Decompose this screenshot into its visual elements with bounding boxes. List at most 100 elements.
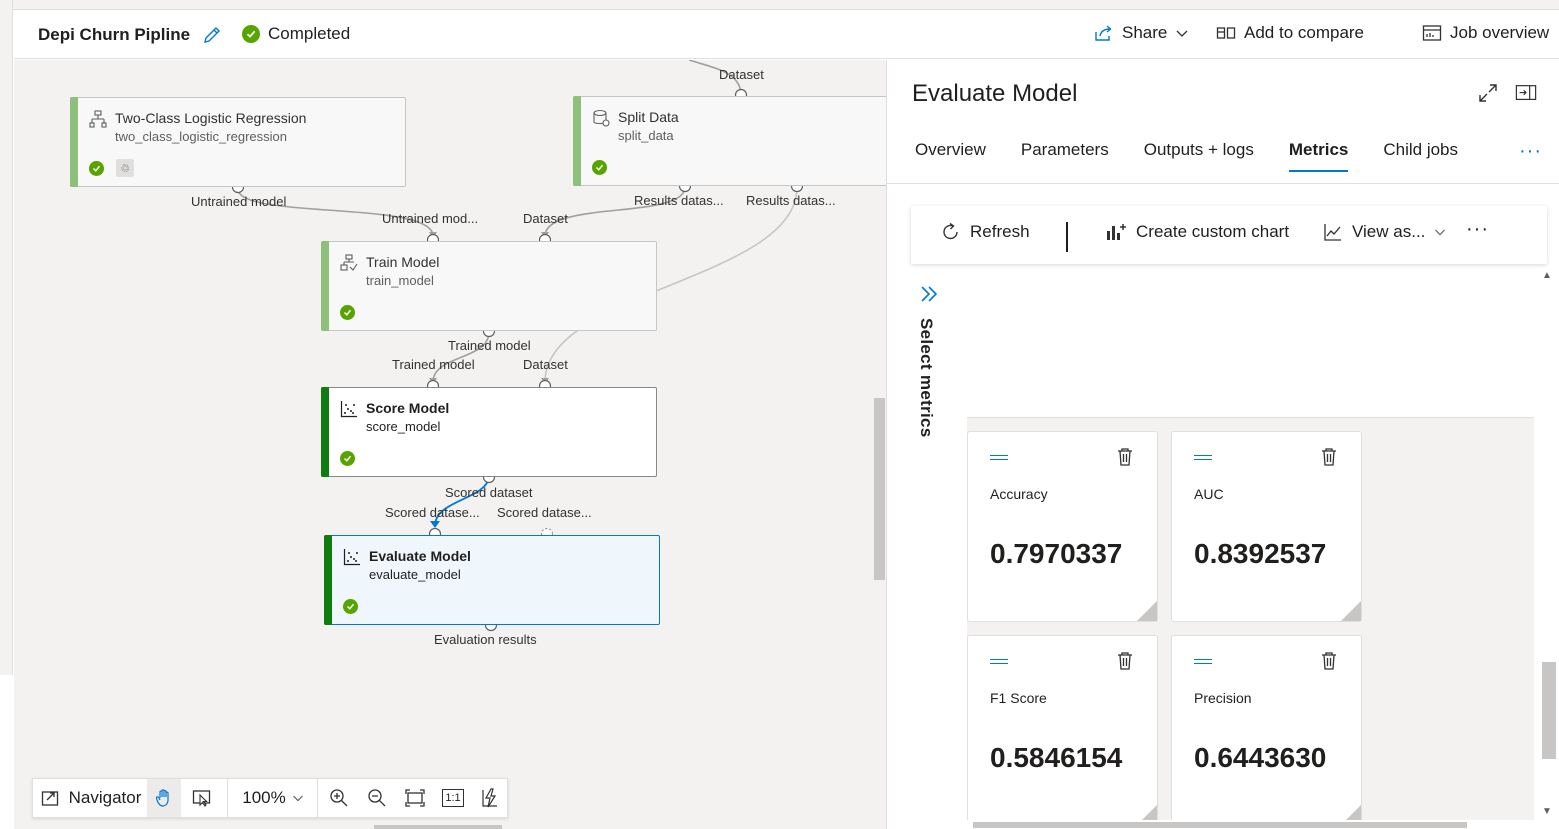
overview-panel-icon (1422, 25, 1442, 41)
tab-parameters[interactable]: Parameters (1021, 140, 1109, 172)
left-gutter-lower (0, 675, 13, 829)
resize-handle-icon[interactable] (1341, 601, 1361, 621)
canvas-horizontal-scrollbar[interactable] (374, 825, 502, 829)
left-gutter (0, 0, 13, 829)
create-custom-chart-label: Create custom chart (1136, 222, 1290, 241)
zoom-in-button[interactable] (321, 779, 357, 817)
auto-layout-button[interactable] (473, 779, 507, 817)
metrics-horizontal-scrollbar[interactable] (967, 820, 1534, 829)
scroll-down-icon[interactable]: ▼ (1542, 806, 1552, 817)
port-label: Dataset (523, 357, 568, 372)
canvas-vertical-scrollbar[interactable] (874, 398, 885, 580)
port-label: Results datas... (634, 193, 724, 208)
view-as-dropdown[interactable]: View as... (1323, 222, 1446, 242)
fit-to-screen-button[interactable] (397, 779, 433, 817)
drag-handle-icon[interactable] (990, 659, 1008, 664)
scroll-up-icon[interactable]: ▲ (1542, 270, 1552, 281)
share-label: Share (1122, 23, 1168, 42)
tab-child-jobs[interactable]: Child jobs (1383, 140, 1458, 172)
refresh-label: Refresh (970, 222, 1030, 241)
drag-handle-icon[interactable] (1194, 659, 1212, 664)
metrics-vertical-scrollbar[interactable]: ▲ ▼ (1534, 270, 1559, 829)
node-subtitle: two_class_logistic_regression (115, 129, 287, 144)
metric-value: 0.8392537 (1194, 538, 1327, 569)
more-options-button[interactable]: ··· (1466, 218, 1489, 241)
create-custom-chart-button[interactable]: Create custom chart (1105, 222, 1289, 242)
refresh-icon (943, 222, 958, 240)
resize-handle-icon[interactable] (1137, 601, 1157, 621)
trash-icon[interactable] (1116, 447, 1134, 467)
select-metrics-label: Select metrics (917, 318, 936, 438)
select-pointer-button[interactable] (185, 779, 219, 817)
node-status-bar (573, 96, 581, 186)
node-subtitle: score_model (366, 419, 441, 434)
port-label: Dataset (719, 67, 764, 82)
drag-handle-icon[interactable] (990, 455, 1008, 460)
tab-metrics[interactable]: Metrics (1288, 140, 1348, 172)
port-label: Trained model (392, 357, 475, 372)
zoom-dropdown[interactable]: 100% (233, 779, 313, 817)
add-to-compare-button[interactable]: Add to compare (1216, 23, 1364, 43)
node-title: Train Model (366, 254, 440, 270)
pipeline-title: Depi Churn Pipline (38, 25, 191, 44)
pipeline-canvas[interactable]: Two-Class Logistic Regression two_class_… (14, 60, 886, 829)
zoom-out-icon (368, 789, 386, 807)
tabs-more-button[interactable]: ··· (1519, 140, 1542, 163)
success-check-icon (343, 599, 358, 614)
scatter-chart-icon (340, 401, 357, 418)
metric-card-auc[interactable]: AUC 0.8392537 (1171, 431, 1362, 622)
expand-icon[interactable] (1477, 82, 1499, 104)
node-status-bar (324, 535, 332, 625)
node-title: Evaluate Model (369, 548, 471, 564)
job-status: Completed (242, 24, 350, 44)
trash-icon[interactable] (1116, 651, 1134, 671)
pencil-edit-icon[interactable] (202, 25, 222, 45)
port-label: Results datas... (746, 193, 836, 208)
scrollbar-thumb[interactable] (973, 822, 1467, 828)
node-status-bar (321, 241, 329, 331)
job-overview-button[interactable]: Job overview (1422, 23, 1549, 43)
actual-size-button[interactable]: 1:1 (435, 779, 471, 817)
panel-tabs: Overview Parameters Outputs + logs Metri… (915, 140, 1458, 172)
node-status-bar (321, 387, 329, 477)
tab-outputs-logs[interactable]: Outputs + logs (1144, 140, 1254, 172)
node-subtitle: split_data (618, 128, 674, 143)
metric-card-precision[interactable]: Precision 0.6443630 (1171, 635, 1362, 826)
compare-icon (1216, 27, 1236, 39)
trash-icon[interactable] (1320, 447, 1338, 467)
navigator-button[interactable]: Navigator (37, 779, 145, 817)
node-subtitle: train_model (366, 273, 434, 288)
zoom-out-button[interactable] (359, 779, 395, 817)
scrollbar-thumb[interactable] (1542, 662, 1556, 759)
select-metrics-pane[interactable]: Select metrics (911, 270, 967, 829)
train-model-icon (340, 254, 358, 271)
add-to-compare-label: Add to compare (1244, 23, 1365, 42)
zoom-level: 100% (242, 788, 286, 807)
node-train-model[interactable]: Train Model train_model (321, 241, 657, 331)
collapse-panel-icon[interactable] (1515, 82, 1537, 104)
trash-icon[interactable] (1320, 651, 1338, 671)
node-evaluate-model[interactable]: Evaluate Model evaluate_model (324, 535, 660, 625)
model-tree-icon (89, 110, 107, 128)
top-strip (13, 0, 1559, 10)
pan-hand-button[interactable] (147, 779, 181, 817)
bar-chart-add-icon (1107, 224, 1126, 240)
reuse-icon: ♲ (116, 159, 134, 177)
tab-divider (887, 183, 1559, 184)
node-score-model[interactable]: Score Model score_model (321, 387, 657, 477)
node-split-data[interactable]: Split Data split_data (573, 96, 886, 186)
port-label: Untrained model (191, 194, 287, 209)
chevron-down-icon (1435, 229, 1446, 236)
port-label: Trained model (448, 338, 531, 353)
metric-card-f1-score[interactable]: F1 Score 0.5846154 (967, 635, 1158, 826)
refresh-button[interactable]: Refresh (941, 222, 1030, 242)
success-check-icon (592, 160, 607, 175)
tab-overview[interactable]: Overview (915, 140, 986, 172)
drag-handle-icon[interactable] (1194, 455, 1212, 460)
double-chevron-right-icon[interactable] (919, 284, 939, 304)
metric-card-accuracy[interactable]: Accuracy 0.7970337 (967, 431, 1158, 622)
zoom-in-icon (330, 789, 348, 807)
share-button[interactable]: Share (1094, 23, 1189, 43)
canvas-toolbar: Navigator 100% 1:1 (32, 778, 508, 818)
node-two-class-logistic-regression[interactable]: Two-Class Logistic Regression two_class_… (70, 97, 406, 187)
